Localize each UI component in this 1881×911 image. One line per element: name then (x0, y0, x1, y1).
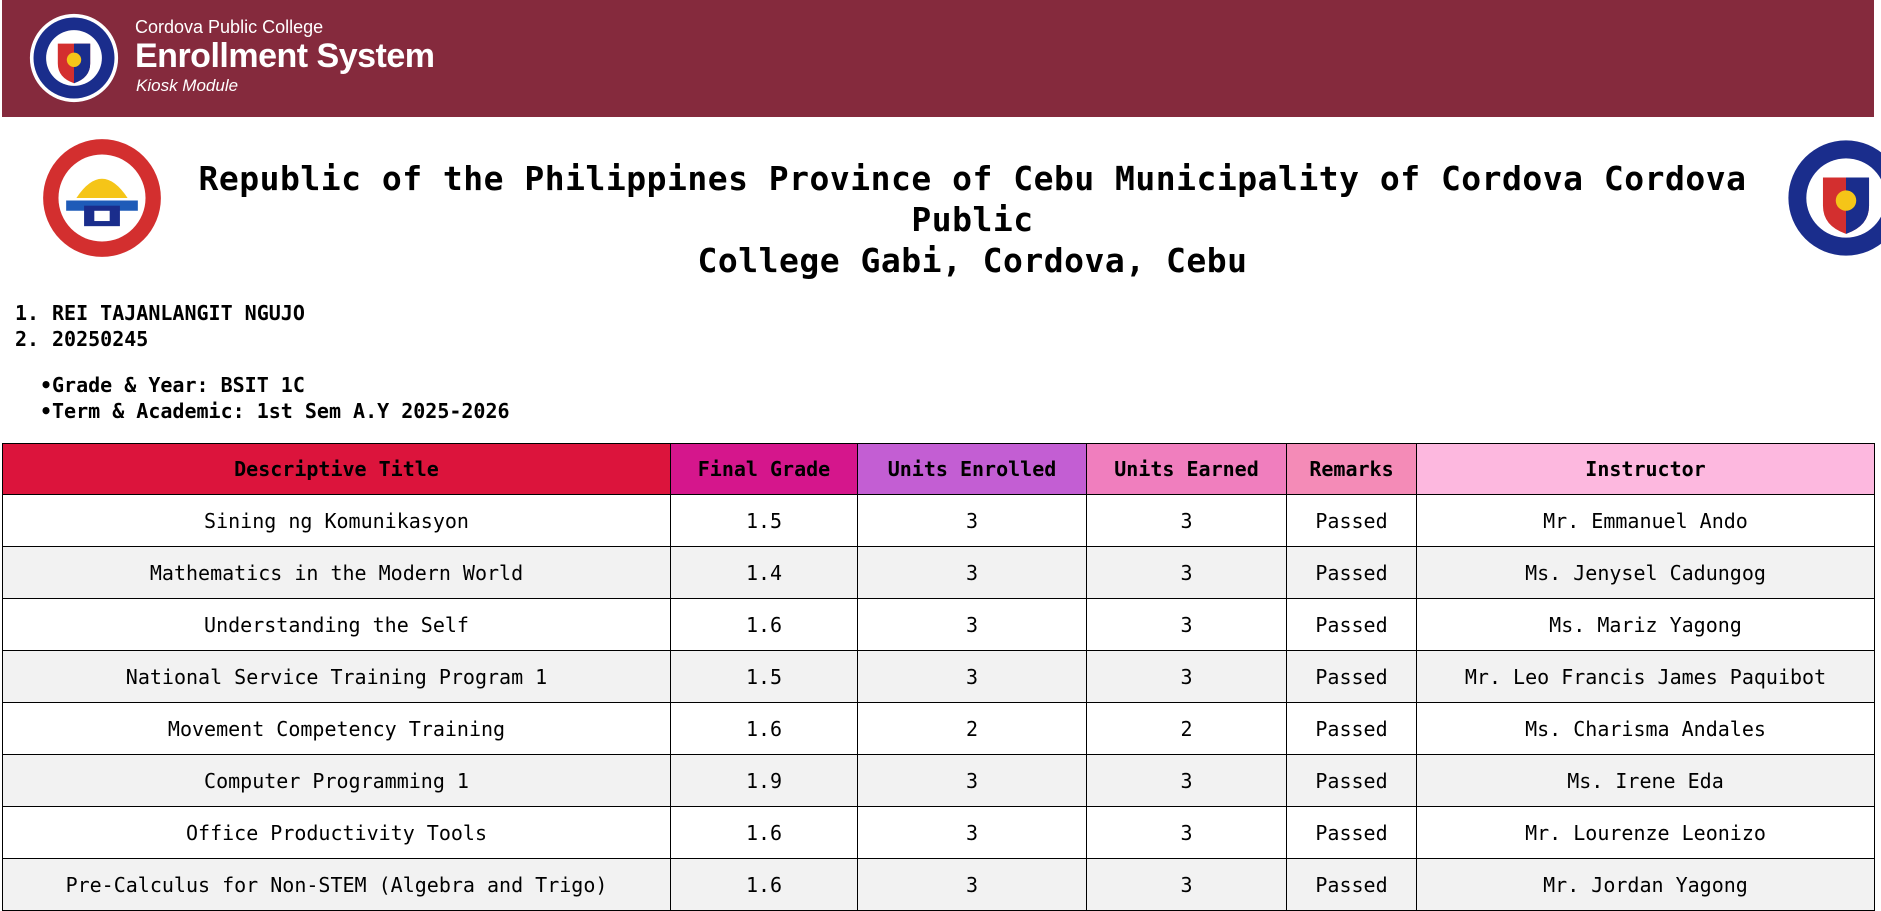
government-header: Republic of the Philippines Province of … (180, 158, 1765, 281)
government-title-line1: Republic of the Philippines Province of … (198, 159, 1747, 239)
cell-remarks: Passed (1286, 546, 1417, 599)
cell-remarks: Passed (1286, 598, 1417, 651)
cell-instructor: Ms. Jenysel Cadungog (1416, 546, 1875, 599)
grade-year: Grade & Year: BSIT 1C (52, 373, 305, 397)
cell-units-enrolled: 3 (857, 494, 1087, 547)
cell-descriptive-title: Sining ng Komunikasyon (2, 494, 671, 547)
cell-remarks: Passed (1286, 858, 1417, 911)
table-row: Understanding the Self 1.6 3 3 Passed Ms… (2, 598, 1875, 651)
app-title: Enrollment System (135, 37, 435, 75)
cell-units-enrolled: 2 (857, 702, 1087, 755)
cell-units-earned: 3 (1086, 754, 1287, 807)
student-id: 20250245 (52, 327, 149, 351)
cell-final-grade: 1.5 (670, 494, 858, 547)
grade-year-item: • Grade & Year: BSIT 1C (15, 373, 305, 397)
cell-units-earned: 3 (1086, 494, 1287, 547)
cell-remarks: Passed (1286, 806, 1417, 859)
cell-units-enrolled: 3 (857, 754, 1087, 807)
college-seal (1782, 134, 1881, 262)
cell-instructor: Ms. Mariz Yagong (1416, 598, 1875, 651)
cell-final-grade: 1.6 (670, 702, 858, 755)
cell-remarks: Passed (1286, 650, 1417, 703)
cell-instructor: Mr. Lourenze Leonizo (1416, 806, 1875, 859)
column-header-remarks: Remarks (1286, 443, 1417, 495)
cell-instructor: Mr. Leo Francis James Paquibot (1416, 650, 1875, 703)
bullet-icon: • (39, 399, 52, 423)
college-logo (28, 13, 120, 103)
list-marker: 1. (15, 301, 40, 325)
cell-remarks: Passed (1286, 754, 1417, 807)
cell-remarks: Passed (1286, 494, 1417, 547)
cell-descriptive-title: Understanding the Self (2, 598, 671, 651)
cell-descriptive-title: Computer Programming 1 (2, 754, 671, 807)
cell-descriptive-title: National Service Training Program 1 (2, 650, 671, 703)
cell-units-enrolled: 3 (857, 546, 1087, 599)
college-name: Cordova Public College (135, 17, 324, 37)
cell-final-grade: 1.5 (670, 650, 858, 703)
table-row: Mathematics in the Modern World 1.4 3 3 … (2, 546, 1875, 599)
grades-table: Descriptive Title Final Grade Units Enro… (2, 443, 1875, 911)
cell-final-grade: 1.9 (670, 754, 858, 807)
table-row: Office Productivity Tools 1.6 3 3 Passed… (2, 806, 1875, 859)
table-header-row: Descriptive Title Final Grade Units Enro… (2, 443, 1875, 495)
cell-units-earned: 3 (1086, 858, 1287, 911)
cell-descriptive-title: Pre-Calculus for Non-STEM (Algebra and T… (2, 858, 671, 911)
cell-final-grade: 1.6 (670, 858, 858, 911)
column-header-units-enrolled: Units Enrolled (857, 443, 1087, 495)
cell-descriptive-title: Mathematics in the Modern World (2, 546, 671, 599)
cell-instructor: Ms. Charisma Andales (1416, 702, 1875, 755)
cell-units-earned: 3 (1086, 598, 1287, 651)
student-name: REI TAJANLANGIT NGUJO (52, 301, 305, 325)
cell-units-earned: 3 (1086, 650, 1287, 703)
bullet-icon: • (39, 373, 52, 397)
app-header: Cordova Public College Enrollment System… (2, 0, 1874, 117)
module-name: Kiosk Module (136, 76, 239, 95)
table-row: Computer Programming 1 1.9 3 3 Passed Ms… (2, 754, 1875, 807)
cell-remarks: Passed (1286, 702, 1417, 755)
table-row: Sining ng Komunikasyon 1.5 3 3 Passed Mr… (2, 494, 1875, 547)
table-row: Movement Competency Training 1.6 2 2 Pas… (2, 702, 1875, 755)
cell-descriptive-title: Office Productivity Tools (2, 806, 671, 859)
cell-instructor: Ms. Irene Eda (1416, 754, 1875, 807)
column-header-units-earned: Units Earned (1086, 443, 1287, 495)
cell-units-enrolled: 3 (857, 650, 1087, 703)
cell-instructor: Mr. Jordan Yagong (1416, 858, 1875, 911)
term-item: • Term & Academic: 1st Sem A.Y 2025-2026 (15, 399, 510, 423)
column-header-final-grade: Final Grade (670, 443, 858, 495)
cell-final-grade: 1.4 (670, 546, 858, 599)
cell-units-earned: 3 (1086, 546, 1287, 599)
table-row: National Service Training Program 1 1.5 … (2, 650, 1875, 703)
cell-units-earned: 2 (1086, 702, 1287, 755)
cell-instructor: Mr. Emmanuel Ando (1416, 494, 1875, 547)
cell-descriptive-title: Movement Competency Training (2, 702, 671, 755)
government-title-line2: College Gabi, Cordova, Cebu (697, 241, 1248, 280)
list-marker: 2. (15, 327, 40, 351)
student-id-item: 2. 20250245 (15, 327, 148, 351)
cell-units-earned: 3 (1086, 806, 1287, 859)
cell-final-grade: 1.6 (670, 806, 858, 859)
municipality-seal (38, 134, 166, 262)
cell-units-enrolled: 3 (857, 858, 1087, 911)
term-academic: Term & Academic: 1st Sem A.Y 2025-2026 (52, 399, 510, 423)
cell-units-enrolled: 3 (857, 598, 1087, 651)
cell-final-grade: 1.6 (670, 598, 858, 651)
column-header-descriptive-title: Descriptive Title (2, 443, 671, 495)
table-row: Pre-Calculus for Non-STEM (Algebra and T… (2, 858, 1875, 911)
column-header-instructor: Instructor (1416, 443, 1875, 495)
cell-units-enrolled: 3 (857, 806, 1087, 859)
student-name-item: 1. REI TAJANLANGIT NGUJO (15, 301, 305, 325)
